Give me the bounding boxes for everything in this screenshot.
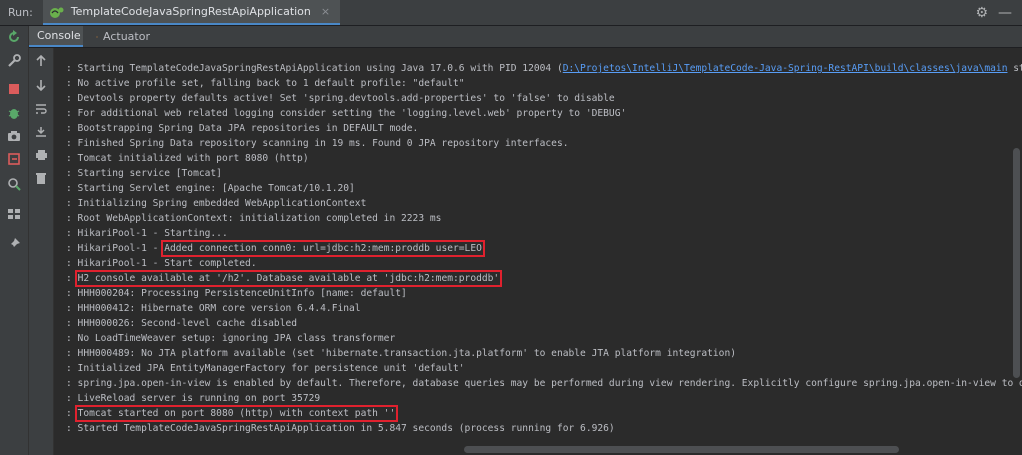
layout-icon[interactable] [5, 205, 23, 223]
log-line: : HHH000412: Hibernate ORM core version … [66, 301, 1022, 316]
highlighted-log-text: H2 console available at '/h2'. Database … [74, 270, 503, 287]
log-text: : HHH000026: Second-level cache disabled [66, 318, 298, 329]
log-text: : HHH000412: Hibernate ORM core version … [66, 303, 361, 314]
console-tabs-bar: Console Actuator [0, 26, 1022, 48]
console-tab-label: Console [37, 29, 81, 42]
log-suffix: started b [1013, 63, 1022, 74]
wrench-icon[interactable] [5, 52, 23, 70]
log-line: : HHH000204: Processing PersistenceUnitI… [66, 286, 1022, 301]
log-line: : For additional web related logging con… [66, 106, 1022, 121]
log-text: : Devtools property defaults active! Set… [66, 93, 615, 104]
log-line: : LiveReload server is running on port 3… [66, 391, 1022, 406]
run-tool-window-header: Run: TemplateCodeJavaSpringRestApiApplic… [0, 0, 1022, 26]
log-line: : Tomcat started on port 8080 (http) wit… [66, 405, 1022, 422]
log-line: : H2 console available at '/h2'. Databas… [66, 270, 1022, 287]
log-line: : Tomcat initialized with port 8080 (htt… [66, 151, 1022, 166]
run-left-toolbar [0, 26, 29, 455]
log-line: : Bootstrapping Spring Data JPA reposito… [66, 121, 1022, 136]
log-prefix: : HikariPool-1 - [66, 243, 165, 254]
close-tab-icon[interactable]: × [321, 5, 330, 18]
log-line: : HikariPool-1 - Added connection conn0:… [66, 240, 1022, 257]
log-prefix: : [66, 273, 78, 284]
stop-icon[interactable] [5, 80, 23, 98]
arrow-up-icon[interactable] [32, 52, 50, 70]
log-lines: : Starting TemplateCodeJavaSpringRestApi… [66, 61, 1022, 436]
console-output[interactable]: : Starting TemplateCodeJavaSpringRestApi… [54, 48, 1022, 455]
rerun-icon[interactable] [5, 28, 23, 46]
arrow-down-icon[interactable] [32, 76, 50, 94]
log-line: : Devtools property defaults active! Set… [66, 91, 1022, 106]
gear-icon[interactable]: ⚙ [975, 5, 988, 21]
log-text: : For additional web related logging con… [66, 108, 627, 119]
console-toolbar [29, 48, 54, 455]
actuator-tab-label: Actuator [103, 30, 150, 43]
log-text: : Starting Servlet engine: [Apache Tomca… [66, 183, 355, 194]
minimize-icon[interactable]: — [998, 5, 1012, 21]
log-text: : Bootstrapping Spring Data JPA reposito… [66, 123, 419, 134]
run-configuration-tab[interactable]: TemplateCodeJavaSpringRestApiApplication… [42, 0, 341, 25]
log-line: : HHH000026: Second-level cache disabled [66, 316, 1022, 331]
horizontal-scrollbar[interactable] [464, 446, 899, 453]
log-text: : spring.jpa.open-in-view is enabled by … [66, 378, 1022, 389]
log-text: : HikariPool-1 - Starting... [66, 228, 228, 239]
log-line: : HikariPool-1 - Starting... [66, 226, 1022, 241]
log-line: : Starting Servlet engine: [Apache Tomca… [66, 181, 1022, 196]
log-text: : Initializing Spring embedded WebApplic… [66, 198, 367, 209]
tab-actuator[interactable]: Actuator [88, 26, 158, 47]
log-prefix: : Starting TemplateCodeJavaSpringRestApi… [66, 63, 563, 74]
log-line: : No active profile set, falling back to… [66, 76, 1022, 91]
log-text: : No active profile set, falling back to… [66, 78, 465, 89]
log-line: : spring.jpa.open-in-view is enabled by … [66, 376, 1022, 391]
log-text: : No LoadTimeWeaver setup: ignoring JPA … [66, 333, 396, 344]
tab-console[interactable]: Console [29, 26, 83, 47]
log-text: : HHH000489: No JTA platform available (… [66, 348, 737, 359]
print-icon[interactable] [32, 146, 50, 164]
trash-icon[interactable] [32, 169, 50, 187]
log-text: : HHH000204: Processing PersistenceUnitI… [66, 288, 407, 299]
log-text: : Initialized JPA EntityManagerFactory f… [66, 363, 465, 374]
log-text: : HikariPool-1 - Start completed. [66, 258, 257, 269]
log-text: : Root WebApplicationContext: initializa… [66, 213, 442, 224]
vertical-scrollbar[interactable] [1013, 148, 1020, 378]
spring-boot-icon [49, 7, 64, 18]
log-text: : Starting service [Tomcat] [66, 168, 222, 179]
camera-icon[interactable] [5, 127, 23, 145]
log-text: : Started TemplateCodeJavaSpringRestApiA… [66, 423, 615, 434]
actuator-icon [96, 35, 98, 38]
log-line: : Starting service [Tomcat] [66, 166, 1022, 181]
highlighted-log-text: Tomcat started on port 8080 (http) with … [74, 405, 399, 422]
exit-icon[interactable] [5, 150, 23, 168]
soft-wrap-icon[interactable] [32, 100, 50, 118]
log-line: : Initialized JPA EntityManagerFactory f… [66, 361, 1022, 376]
inspect-icon[interactable] [5, 175, 23, 193]
run-configuration-name: TemplateCodeJavaSpringRestApiApplication [70, 5, 311, 18]
debug-icon[interactable] [5, 104, 23, 122]
log-line: : HikariPool-1 - Start completed. [66, 256, 1022, 271]
log-line: : Started TemplateCodeJavaSpringRestApiA… [66, 421, 1022, 436]
log-file-link[interactable]: D:\Projetos\IntelliJ\TemplateCode-Java-S… [563, 63, 1008, 74]
log-line: : Finished Spring Data repository scanni… [66, 136, 1022, 151]
log-line: : No LoadTimeWeaver setup: ignoring JPA … [66, 331, 1022, 346]
log-text: : Finished Spring Data repository scanni… [66, 138, 569, 149]
log-line: : Starting TemplateCodeJavaSpringRestApi… [66, 61, 1022, 76]
run-label: Run: [8, 6, 33, 19]
log-line: : Root WebApplicationContext: initializa… [66, 211, 1022, 226]
highlighted-log-text: Added connection conn0: url=jdbc:h2:mem:… [161, 240, 485, 257]
log-line: : HHH000489: No JTA platform available (… [66, 346, 1022, 361]
scroll-to-end-icon[interactable] [32, 123, 50, 141]
log-prefix: : [66, 408, 78, 419]
log-text: : LiveReload server is running on port 3… [66, 393, 321, 404]
log-line: : Initializing Spring embedded WebApplic… [66, 196, 1022, 211]
pin-icon[interactable] [5, 235, 23, 253]
log-text: : Tomcat initialized with port 8080 (htt… [66, 153, 309, 164]
